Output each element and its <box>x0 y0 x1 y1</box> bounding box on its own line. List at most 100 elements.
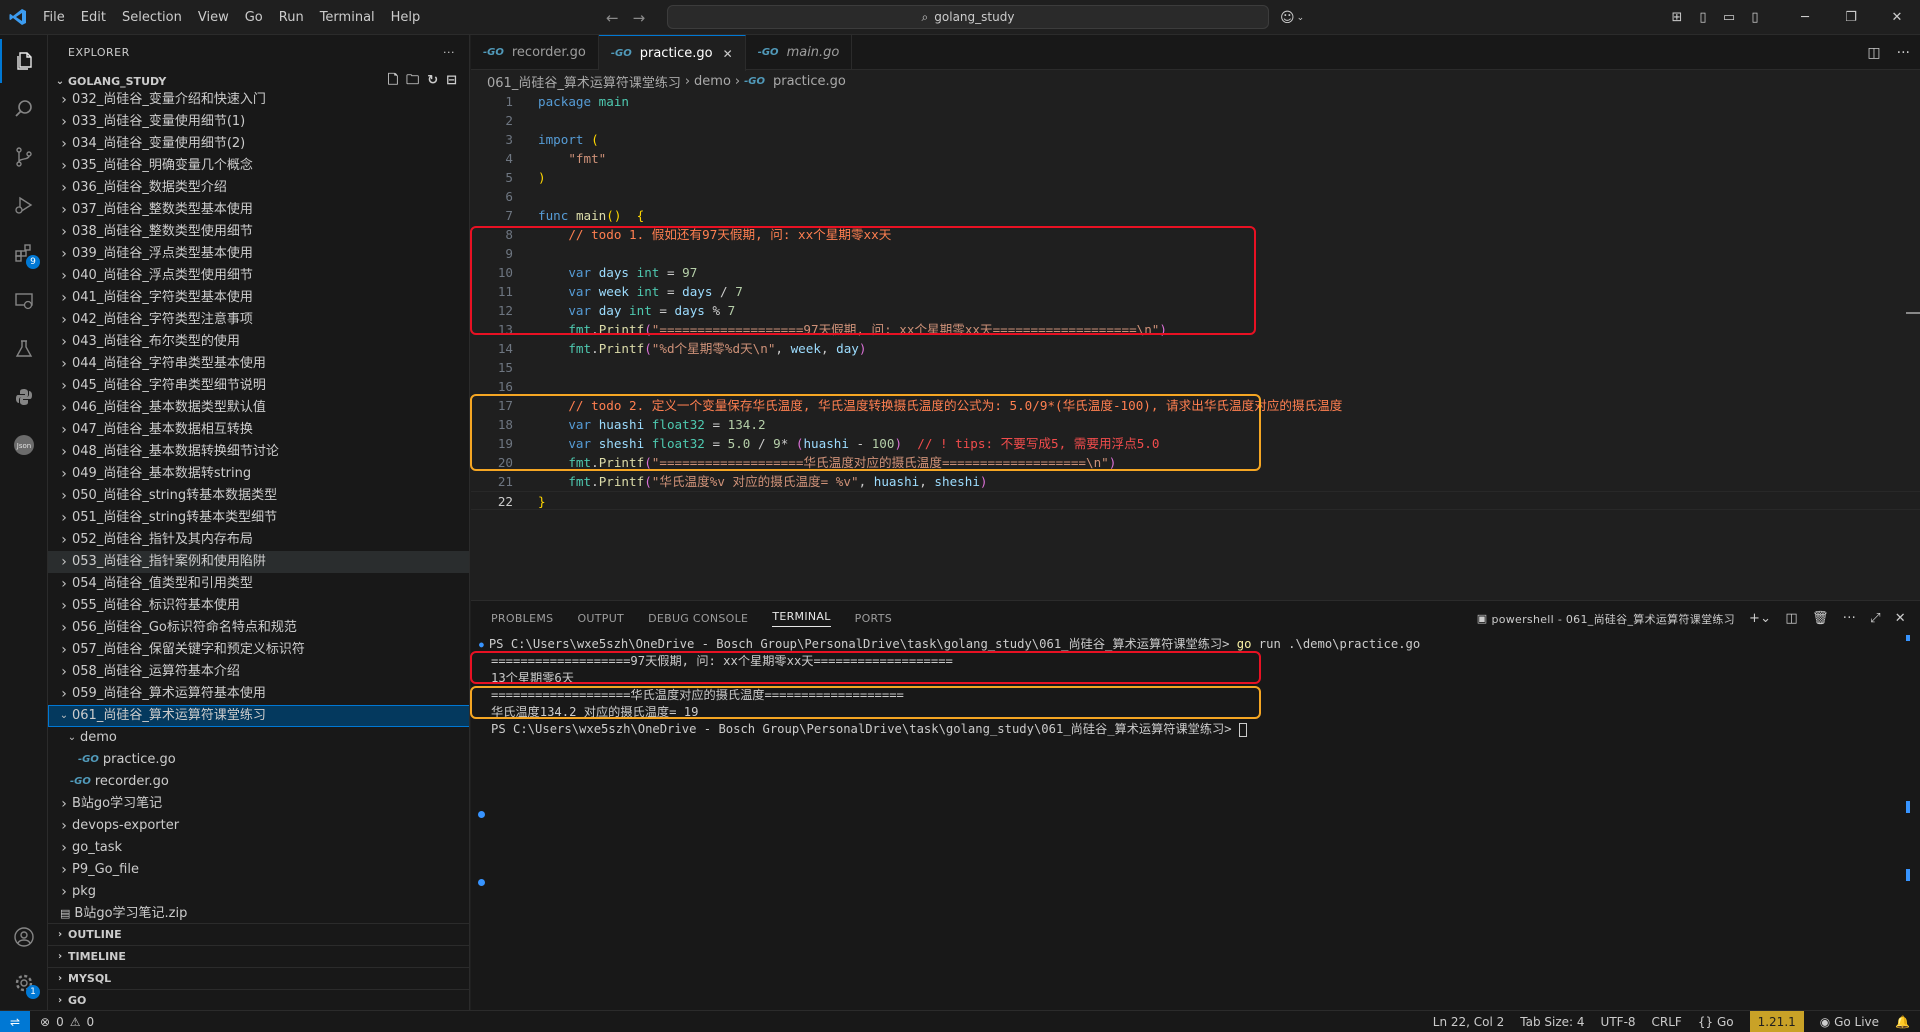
remote-indicator-icon[interactable]: ⇌ <box>0 1010 30 1032</box>
run-debug-icon[interactable] <box>0 183 48 227</box>
accounts-icon[interactable] <box>0 915 48 959</box>
tree-folder[interactable]: › 049_尚硅谷_基本数据转string <box>48 463 469 485</box>
tree-folder[interactable]: › 039_尚硅谷_浮点类型基本使用 <box>48 243 469 265</box>
menu-edit[interactable]: Edit <box>73 0 114 35</box>
maximize-panel-icon[interactable]: ⤢ <box>1870 611 1881 626</box>
manage-gear-icon[interactable]: 1 <box>0 961 48 1005</box>
tree-folder[interactable]: › 035_尚硅谷_明确变量几个概念 <box>48 155 469 177</box>
tree-folder[interactable]: › 046_尚硅谷_基本数据类型默认值 <box>48 397 469 419</box>
toggle-secondary-sidebar-icon[interactable]: ▯ <box>1742 10 1768 25</box>
timeline-section[interactable]: › TIMELINE <box>48 945 469 967</box>
search-icon[interactable] <box>0 87 48 131</box>
tree-folder[interactable]: › 053_尚硅谷_指针案例和使用陷阱 <box>48 551 469 573</box>
breadcrumb-folder[interactable]: 061_尚硅谷_算术运算符课堂练习 <box>487 72 681 91</box>
tree-folder[interactable]: › 057_尚硅谷_保留关键字和预定义标识符 <box>48 639 469 661</box>
terminal-scrollbar[interactable] <box>1906 635 1910 641</box>
cursor-position[interactable]: Ln 22, Col 2 <box>1433 1015 1505 1029</box>
tree-folder[interactable]: › pkg <box>48 881 469 903</box>
end-of-line[interactable]: CRLF <box>1652 1015 1682 1029</box>
explorer-icon[interactable] <box>0 39 48 83</box>
tree-folder[interactable]: › 041_尚硅谷_字符类型基本使用 <box>48 287 469 309</box>
tree-folder[interactable]: › 052_尚硅谷_指针及其内存布局 <box>48 529 469 551</box>
tree-folder[interactable]: › 044_尚硅谷_字符串类型基本使用 <box>48 353 469 375</box>
terminal-name[interactable]: powershell - 061_尚硅谷_算术运算符课堂练习 <box>1491 611 1735 627</box>
menu-terminal[interactable]: Terminal <box>312 0 383 35</box>
tree-folder[interactable]: › 059_尚硅谷_算术运算符基本使用 <box>48 683 469 705</box>
tree-folder[interactable]: › 054_尚硅谷_值类型和引用类型 <box>48 573 469 595</box>
close-window-icon[interactable]: ✕ <box>1874 10 1920 25</box>
tree-folder[interactable]: › 055_尚硅谷_标识符基本使用 <box>48 595 469 617</box>
tab-recorder-go[interactable]: -GO recorder.go <box>471 35 599 70</box>
tree-file[interactable]: -GO practice.go <box>48 749 469 771</box>
python-icon[interactable] <box>0 375 48 419</box>
tab-output[interactable]: OUTPUT <box>577 612 624 625</box>
tree-folder[interactable]: › 042_尚硅谷_字符类型注意事项 <box>48 309 469 331</box>
customize-layout-icon[interactable]: ⊞ <box>1664 10 1690 25</box>
tree-file[interactable]: -GO recorder.go <box>48 771 469 793</box>
split-terminal-icon[interactable]: ◫ <box>1785 611 1798 626</box>
tree-folder[interactable]: ⌄ demo <box>48 727 469 749</box>
language-mode[interactable]: {} Go <box>1698 1015 1734 1029</box>
copilot-button[interactable]: ☺ ⌄ <box>1280 0 1304 35</box>
breadcrumb-file[interactable]: practice.go <box>773 74 846 89</box>
menu-go[interactable]: Go <box>237 0 271 35</box>
tree-folder[interactable]: › 051_尚硅谷_string转基本类型细节 <box>48 507 469 529</box>
file-encoding[interactable]: UTF-8 <box>1601 1015 1636 1029</box>
tab-debug-console[interactable]: DEBUG CONSOLE <box>648 612 748 625</box>
tree-folder[interactable]: › 045_尚硅谷_字符串类型细节说明 <box>48 375 469 397</box>
testing-icon[interactable] <box>0 327 48 371</box>
tab-main-go[interactable]: -GO main.go <box>746 35 853 70</box>
source-control-icon[interactable] <box>0 135 48 179</box>
toggle-primary-sidebar-icon[interactable]: ▯ <box>1690 10 1716 25</box>
go-live-button[interactable]: ◉ Go Live <box>1820 1015 1879 1029</box>
status-problems[interactable]: ⊗ 0 ⚠ 0 <box>30 1015 94 1029</box>
tab-terminal[interactable]: TERMINAL <box>772 610 831 627</box>
tree-folder[interactable]: › 037_尚硅谷_整数类型基本使用 <box>48 199 469 221</box>
tree-folder[interactable]: › 032_尚硅谷_变量介绍和快速入门 <box>48 89 469 111</box>
tree-folder[interactable]: › devops-exporter <box>48 815 469 837</box>
more-actions-icon[interactable]: ··· <box>1897 45 1910 61</box>
tree-folder[interactable]: › 058_尚硅谷_运算符基本介绍 <box>48 661 469 683</box>
new-terminal-icon[interactable]: +⌄ <box>1749 611 1771 626</box>
tab-size[interactable]: Tab Size: 4 <box>1520 1015 1584 1029</box>
remote-explorer-icon[interactable] <box>0 279 48 323</box>
forward-arrow-icon[interactable]: → <box>633 9 646 27</box>
tree-folder[interactable]: › 050_尚硅谷_string转基本数据类型 <box>48 485 469 507</box>
tree-folder[interactable]: › 047_尚硅谷_基本数据相互转换 <box>48 419 469 441</box>
close-tab-icon[interactable]: ✕ <box>723 47 733 61</box>
split-editor-icon[interactable]: ◫ <box>1867 45 1880 61</box>
outline-section[interactable]: › OUTLINE <box>48 923 469 945</box>
minimize-icon[interactable]: ─ <box>1782 10 1828 25</box>
notifications-bell-icon[interactable]: 🔔 <box>1895 1015 1910 1029</box>
tree-folder[interactable]: › 038_尚硅谷_整数类型使用细节 <box>48 221 469 243</box>
back-arrow-icon[interactable]: ← <box>606 9 619 27</box>
close-panel-icon[interactable]: ✕ <box>1895 611 1906 626</box>
tab-ports[interactable]: PORTS <box>855 612 892 625</box>
kill-terminal-icon[interactable]: 🗑 <box>1812 611 1829 626</box>
tree-folder[interactable]: › 036_尚硅谷_数据类型介绍 <box>48 177 469 199</box>
menu-help[interactable]: Help <box>383 0 429 35</box>
go-section[interactable]: › GO <box>48 989 469 1010</box>
more-actions-icon[interactable]: ··· <box>1843 611 1856 626</box>
tree-folder[interactable]: › 040_尚硅谷_浮点类型使用细节 <box>48 265 469 287</box>
tree-folder[interactable]: › B站go学习笔记 <box>48 793 469 815</box>
tree-folder[interactable]: › 033_尚硅谷_变量使用细节(1) <box>48 111 469 133</box>
tree-folder[interactable]: › 034_尚硅谷_变量使用细节(2) <box>48 133 469 155</box>
extensions-icon[interactable]: 9 <box>0 231 48 275</box>
tree-file[interactable]: ▤ B站go学习笔记.zip <box>48 903 469 925</box>
menu-file[interactable]: File <box>35 0 73 35</box>
tree-folder[interactable]: › 043_尚硅谷_布尔类型的使用 <box>48 331 469 353</box>
toggle-panel-icon[interactable]: ▭ <box>1716 10 1742 25</box>
tree-folder[interactable]: ⌄ 061_尚硅谷_算术运算符课堂练习 <box>48 705 469 727</box>
menu-view[interactable]: View <box>190 0 237 35</box>
restore-icon[interactable]: ❐ <box>1828 10 1874 25</box>
go-version-badge[interactable]: 1.21.1 <box>1749 1011 1804 1032</box>
tree-folder[interactable]: › go_task <box>48 837 469 859</box>
tree-folder[interactable]: › 056_尚硅谷_Go标识符命名特点和规范 <box>48 617 469 639</box>
tree-folder[interactable]: › P9_Go_file <box>48 859 469 881</box>
json-icon[interactable]: Json <box>0 423 48 467</box>
menu-selection[interactable]: Selection <box>114 0 190 35</box>
breadcrumb-subfolder[interactable]: demo <box>694 74 731 89</box>
tree-folder[interactable]: › 048_尚硅谷_基本数据转换细节讨论 <box>48 441 469 463</box>
tab-practice-go[interactable]: -GO practice.go ✕ <box>598 35 746 71</box>
